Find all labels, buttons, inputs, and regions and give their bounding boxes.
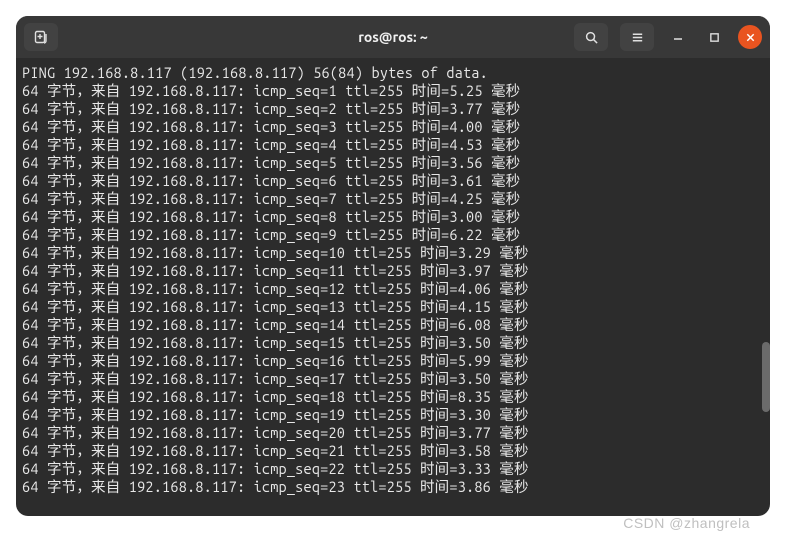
titlebar: ros@ros: ~	[16, 16, 770, 58]
menu-button[interactable]	[620, 23, 654, 51]
titlebar-left	[24, 23, 58, 51]
hamburger-icon	[630, 30, 645, 45]
close-icon	[745, 32, 756, 43]
search-button[interactable]	[574, 23, 608, 51]
maximize-button[interactable]	[702, 25, 726, 49]
new-tab-button[interactable]	[24, 23, 58, 51]
new-tab-icon	[33, 29, 49, 45]
scrollbar-thumb[interactable]	[762, 342, 770, 412]
close-button[interactable]	[738, 25, 762, 49]
terminal-output[interactable]: PING 192.168.8.117 (192.168.8.117) 56(84…	[16, 58, 770, 516]
search-icon	[584, 30, 599, 45]
minimize-icon	[672, 31, 684, 43]
window-title: ros@ros: ~	[358, 29, 428, 45]
watermark-text: CSDN @zhangrela	[623, 515, 750, 531]
titlebar-right	[574, 23, 762, 51]
minimize-button[interactable]	[666, 25, 690, 49]
maximize-icon	[709, 32, 720, 43]
terminal-window: ros@ros: ~	[16, 16, 770, 516]
